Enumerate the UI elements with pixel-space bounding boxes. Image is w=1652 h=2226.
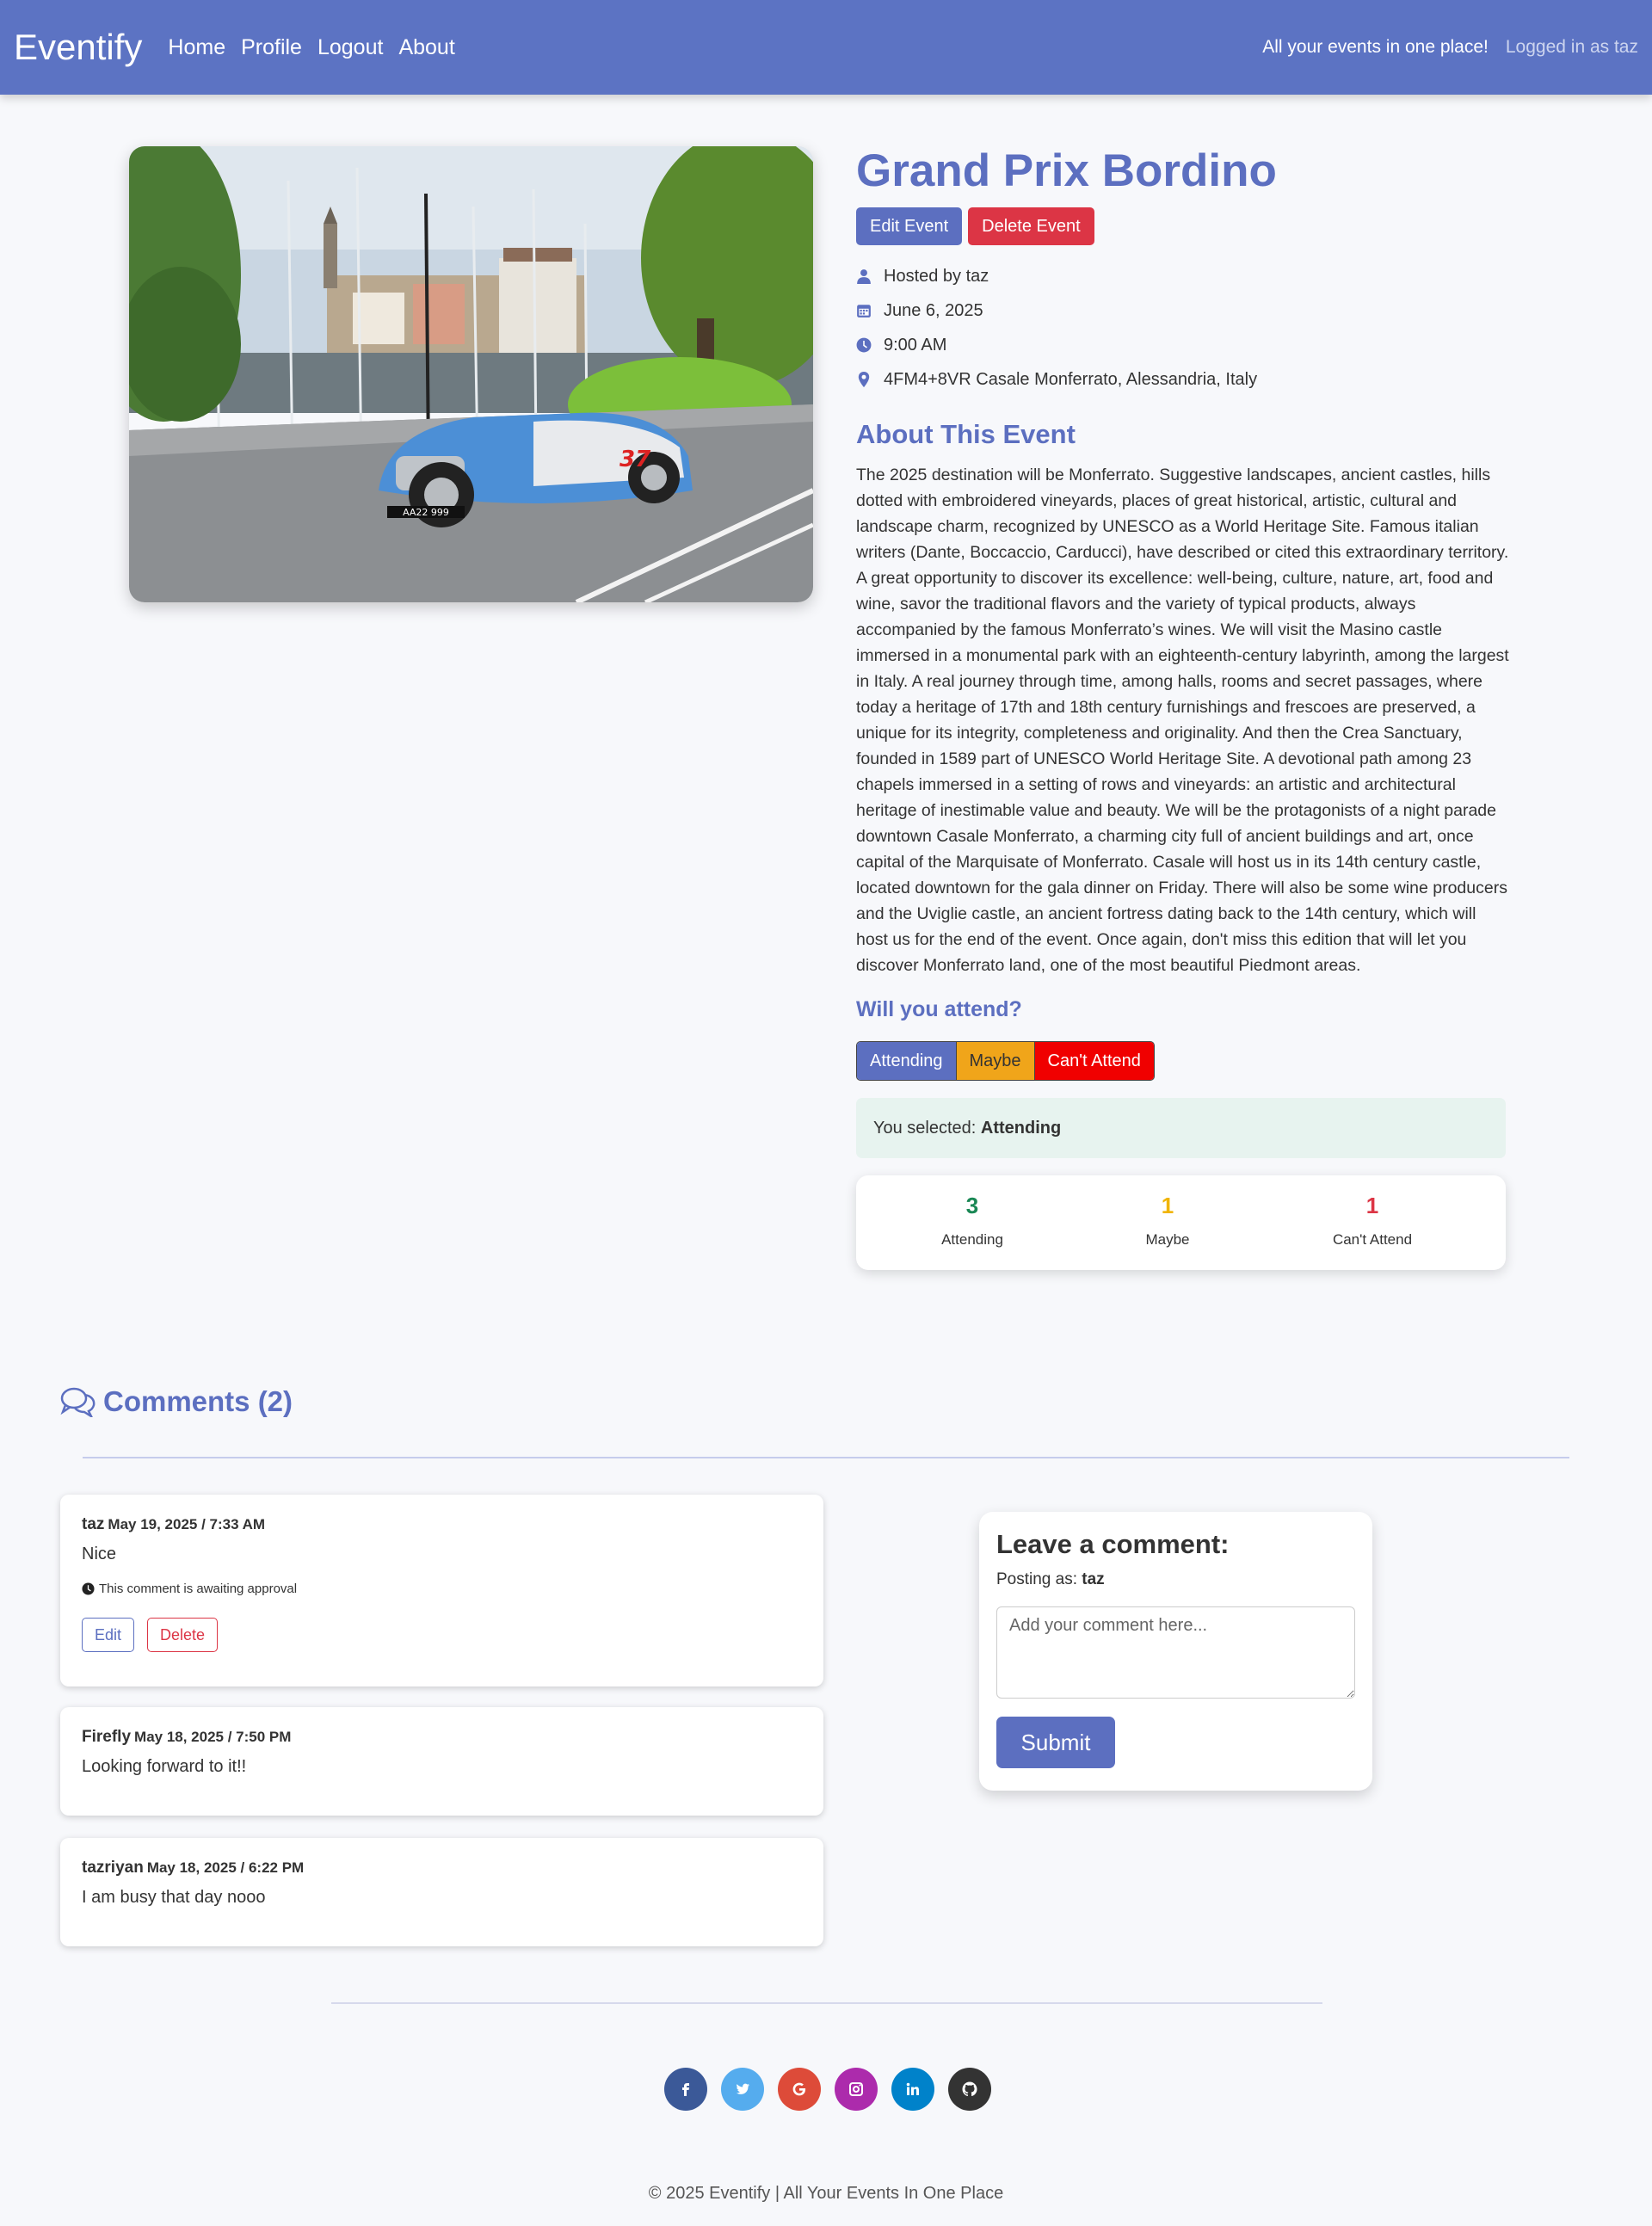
event-image: AA22 999 37 <box>129 146 813 602</box>
rsvp-selection-value: Attending <box>980 1119 1062 1138</box>
clock-icon <box>82 1582 95 1595</box>
event-host-text: Hosted by taz <box>884 266 989 286</box>
nav-home-link[interactable]: Home <box>168 35 225 60</box>
event-date: June 6, 2025 <box>856 293 1510 328</box>
event-time-text: 9:00 AM <box>884 335 947 355</box>
rsvp-selection-alert: You selected: Attending <box>856 1098 1506 1158</box>
footer-copyright: © 2025 Eventify | All Your Events In One… <box>648 2184 1004 2203</box>
rsvp-button-group: Attending Maybe Can't Attend <box>856 1041 1155 1081</box>
comment-date: May 19, 2025 / 7:33 AM <box>108 1516 266 1532</box>
comment-text: Nice <box>82 1545 117 1563</box>
linkedin-icon[interactable] <box>891 2068 934 2111</box>
event-location: 4FM4+8VR Casale Monferrato, Alessandria,… <box>856 362 1510 397</box>
nav-about-link[interactable]: About <box>398 35 454 60</box>
comment-text: I am busy that day nooo <box>82 1888 266 1907</box>
about-heading: About This Event <box>856 419 1076 449</box>
svg-text:37: 37 <box>620 447 651 472</box>
nav-profile-link[interactable]: Profile <box>241 35 302 60</box>
footer-divider <box>331 2002 1322 2004</box>
comment-header: taz May 19, 2025 / 7:33 AM <box>82 1515 802 1534</box>
event-date-text: June 6, 2025 <box>884 300 983 320</box>
event-location-text: 4FM4+8VR Casale Monferrato, Alessandria,… <box>884 369 1258 389</box>
event-host: Hosted by taz <box>856 259 1510 293</box>
cant-attend-count-value: 1 <box>1365 1193 1379 1218</box>
comments-heading: Comments (2) <box>60 1385 293 1418</box>
edit-comment-button[interactable]: Edit <box>82 1618 135 1652</box>
comment-input[interactable] <box>996 1606 1355 1699</box>
comment-author: Firefly <box>82 1728 132 1746</box>
comment-header: tazriyan May 18, 2025 / 6:22 PM <box>82 1859 802 1878</box>
brand-logo[interactable]: Eventify <box>14 27 142 68</box>
event-actions: Edit Event Delete Event <box>856 207 1510 245</box>
tagline: All your events in one place! <box>1262 37 1489 57</box>
attending-count-label: Attending <box>941 1231 1003 1248</box>
event-time: 9:00 AM <box>856 328 1510 362</box>
rsvp-attending-button[interactable]: Attending <box>857 1042 956 1080</box>
submit-comment-button[interactable]: Submit <box>996 1717 1115 1768</box>
nav-right: All your events in one place! Logged in … <box>1262 37 1638 58</box>
comment-author: taz <box>82 1515 105 1533</box>
delete-comment-button[interactable]: Delete <box>147 1618 219 1652</box>
comment-date: May 18, 2025 / 6:22 PM <box>146 1859 305 1876</box>
awaiting-approval-text: This comment is awaiting approval <box>99 1582 298 1596</box>
rsvp-heading: Will you attend? <box>856 997 1022 1021</box>
event-description: The 2025 destination will be Monferrato.… <box>856 466 1509 975</box>
instagram-icon[interactable] <box>835 2068 878 2111</box>
edit-event-button[interactable]: Edit Event <box>856 207 963 245</box>
event-title: Grand Prix Bordino <box>856 145 1277 196</box>
leave-comment-form: Leave a comment: Posting as: taz Submit <box>979 1512 1372 1791</box>
event-info: Grand Prix Bordino Edit Event Delete Eve… <box>856 142 1510 1270</box>
event-meta: Hosted by taz June 6, 2025 9:00 AM 4FM4+… <box>856 259 1510 397</box>
nav-logout-link[interactable]: Logout <box>317 35 383 60</box>
comment-card: taz May 19, 2025 / 7:33 AM Nice This comm… <box>60 1495 823 1686</box>
comment-card: Firefly May 18, 2025 / 7:50 PM Looking fo… <box>60 1707 823 1816</box>
social-links <box>664 2068 991 2111</box>
leave-comment-heading: Leave a comment: <box>996 1529 1230 1559</box>
posting-as-user: taz <box>1082 1570 1105 1588</box>
rsvp-cant-attend-button[interactable]: Can't Attend <box>1034 1042 1154 1080</box>
rsvp-maybe-button[interactable]: Maybe <box>955 1042 1035 1080</box>
posting-as-prefix: Posting as: <box>996 1570 1082 1588</box>
user-icon <box>857 269 871 284</box>
delete-event-button[interactable]: Delete Event <box>968 207 1094 245</box>
calendar-icon <box>857 305 871 318</box>
comment-date: May 18, 2025 / 7:50 PM <box>134 1729 292 1745</box>
attending-count-value: 3 <box>965 1193 979 1218</box>
comments-title: Comments (2) <box>103 1385 293 1417</box>
comment-card: tazriyan May 18, 2025 / 6:22 PM I am busy… <box>60 1838 823 1946</box>
rsvp-counts-card: 3 Attending 1 Maybe 1 Can't Attend <box>856 1175 1506 1270</box>
maybe-count-value: 1 <box>1161 1193 1174 1218</box>
google-icon[interactable] <box>778 2068 821 2111</box>
maybe-count-label: Maybe <box>1145 1231 1190 1248</box>
rsvp-selection-prefix: You selected: <box>873 1119 981 1138</box>
github-icon[interactable] <box>948 2068 991 2111</box>
comment-author: tazriyan <box>82 1859 144 1877</box>
clock-icon <box>856 337 872 353</box>
comments-divider <box>83 1457 1569 1458</box>
comment-header: Firefly May 18, 2025 / 7:50 PM <box>82 1728 802 1747</box>
twitter-icon[interactable] <box>721 2068 764 2111</box>
license-plate-text: AA22 999 <box>403 507 449 518</box>
attending-count: 3 Attending <box>886 1193 1058 1249</box>
comment-text: Looking forward to it!! <box>82 1757 247 1776</box>
cant-attend-count-label: Can't Attend <box>1332 1231 1413 1248</box>
chat-bubbles-icon <box>60 1387 96 1417</box>
facebook-icon[interactable] <box>664 2068 707 2111</box>
navbar: Eventify Home Profile Logout About All y… <box>0 0 1652 95</box>
maybe-count: 1 Maybe <box>1082 1193 1254 1249</box>
map-pin-icon <box>858 372 870 387</box>
logged-in-status: Logged in as taz <box>1505 37 1638 57</box>
posting-as: Posting as: taz <box>996 1570 1355 1589</box>
cant-attend-count: 1 Can't Attend <box>1286 1193 1458 1249</box>
comment-awaiting-approval: This comment is awaiting approval <box>82 1582 802 1596</box>
comment-actions: Edit Delete <box>82 1618 802 1652</box>
